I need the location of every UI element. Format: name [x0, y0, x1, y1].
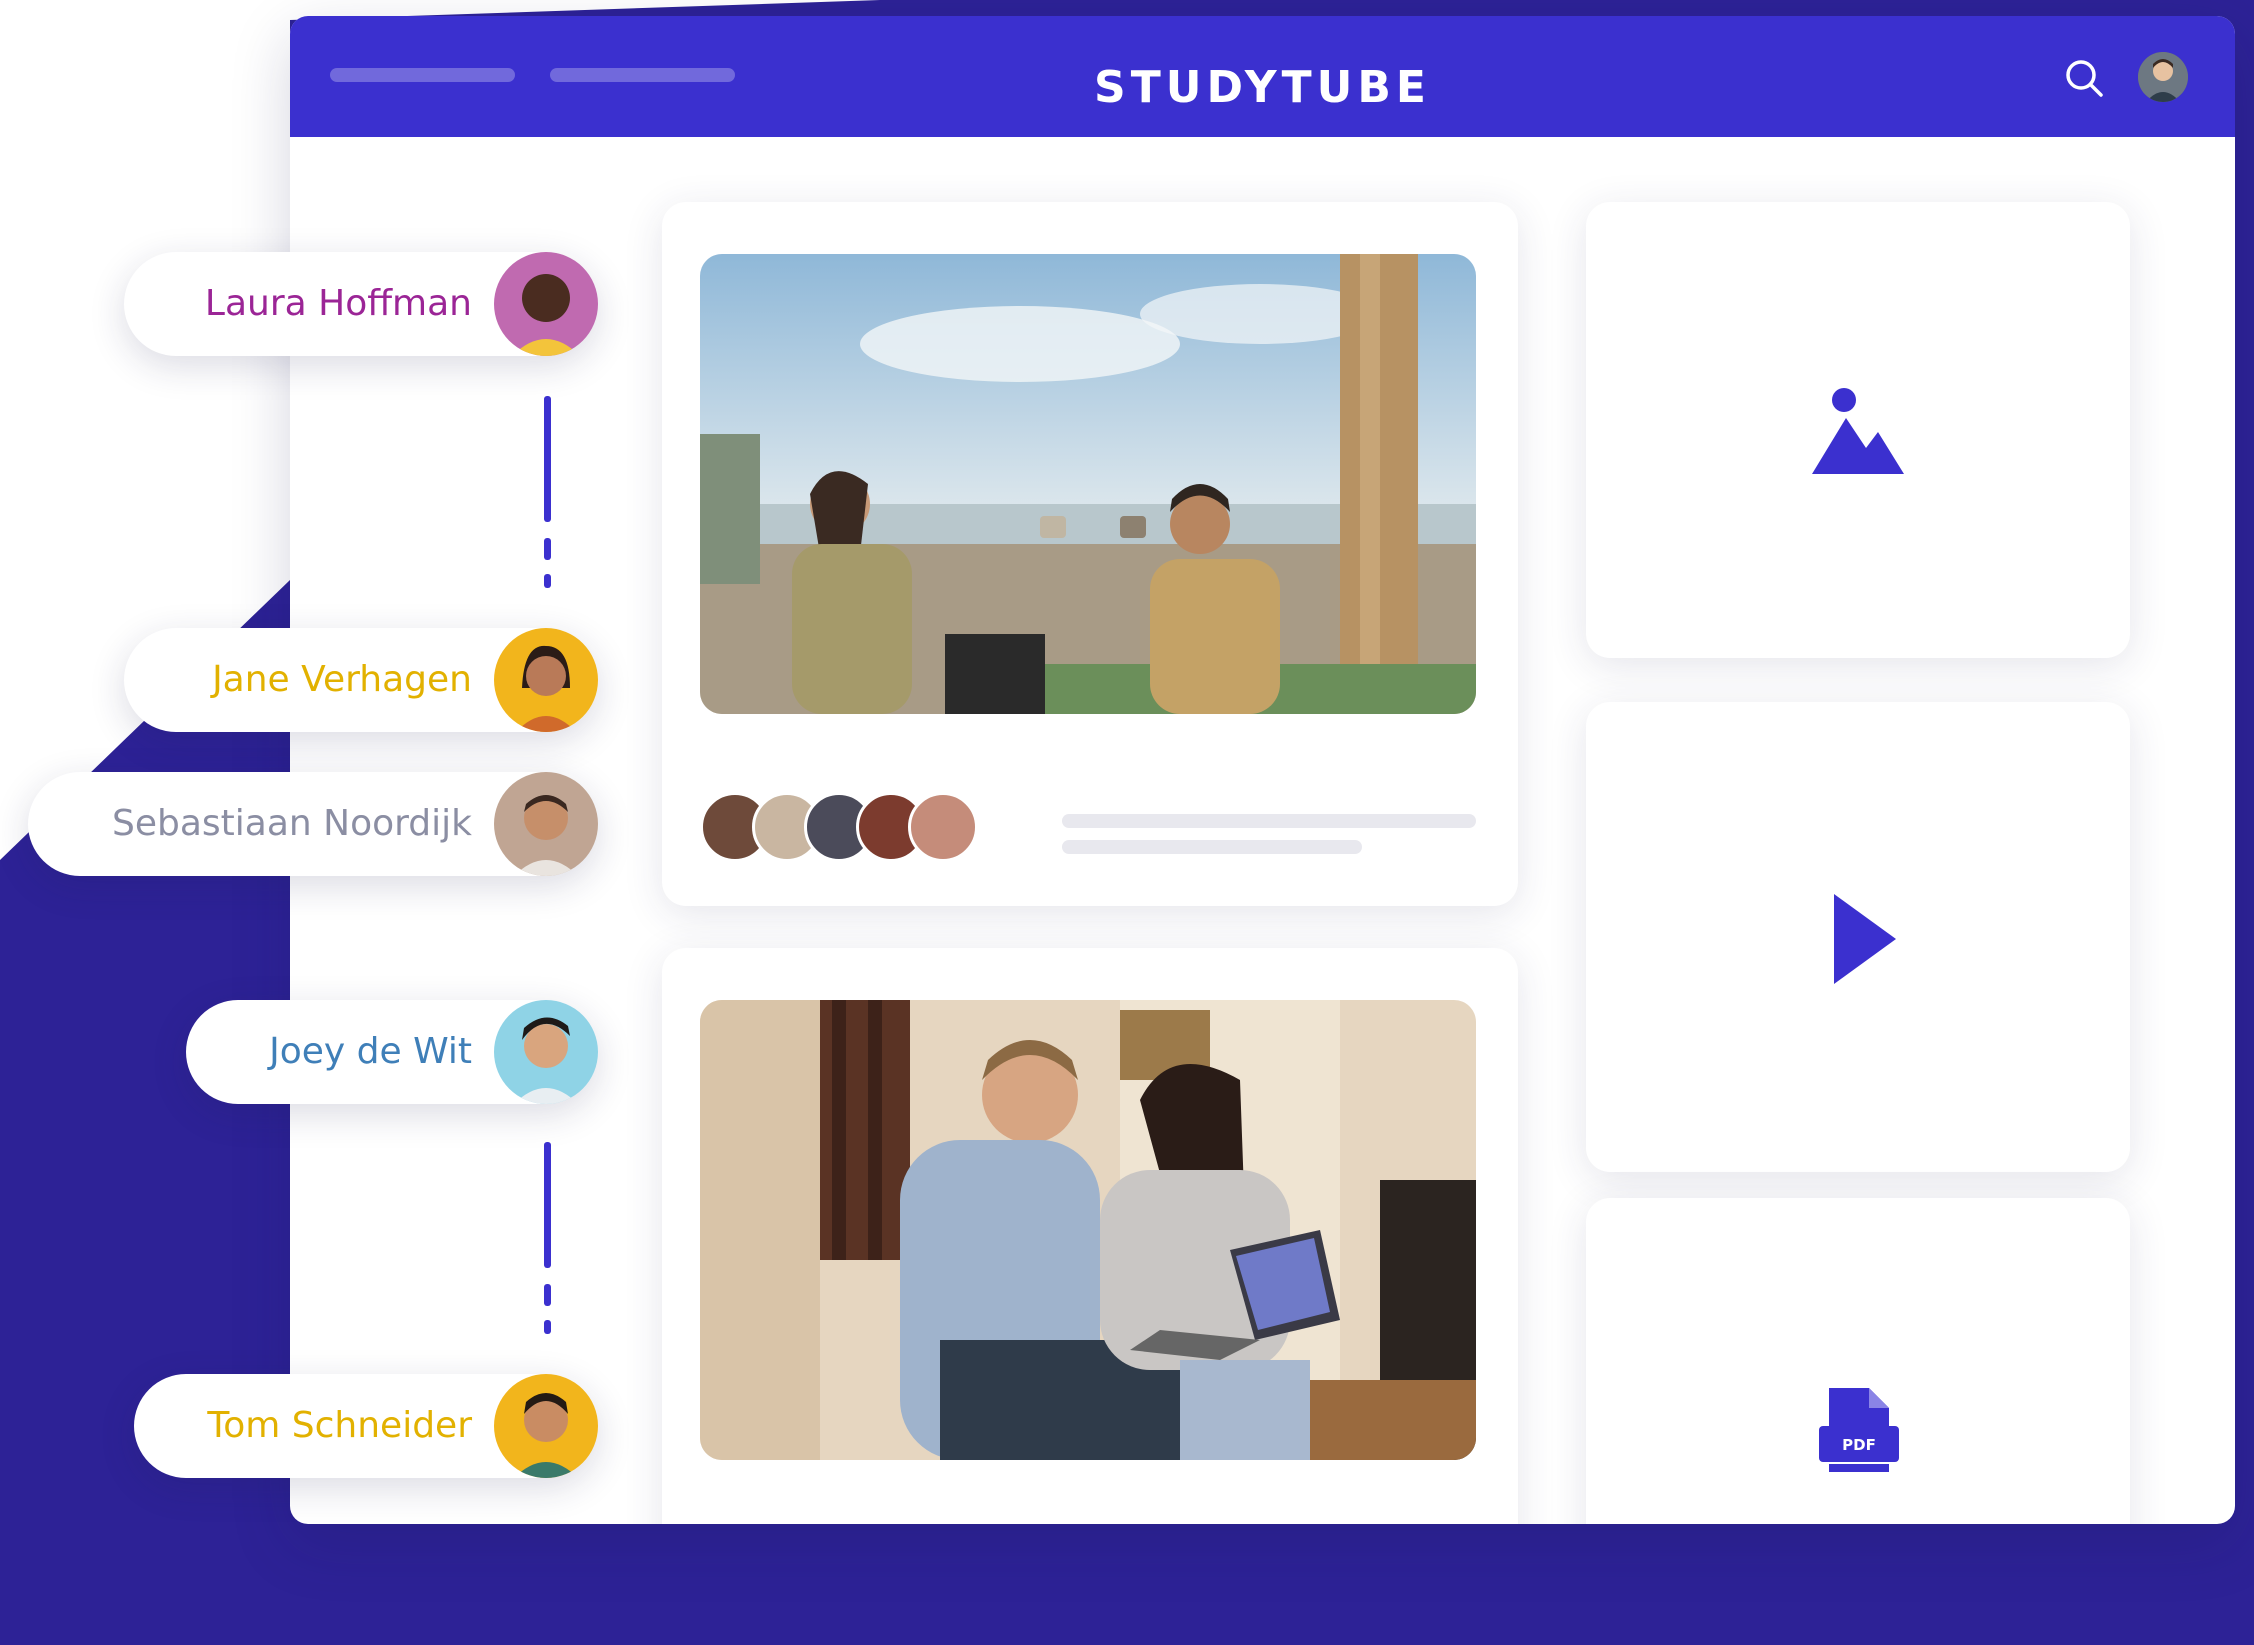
- timeline-connector: [544, 574, 551, 588]
- timeline-connector: [544, 1142, 551, 1268]
- pdf-tile[interactable]: PDF: [1586, 1198, 2130, 1524]
- avatar: [494, 628, 598, 732]
- app-window: STUDYTUBE PDF: [290, 16, 2235, 1524]
- avatar: [494, 1000, 598, 1104]
- top-bar: STUDYTUBE: [290, 16, 2235, 137]
- video-tile[interactable]: [1586, 702, 2130, 1172]
- user-avatar[interactable]: [2138, 52, 2188, 102]
- avatar: [494, 252, 598, 356]
- pdf-icon[interactable]: PDF: [1819, 1388, 1899, 1478]
- user-name: Tom Schneider: [207, 1405, 472, 1446]
- user-name: Joey de Wit: [269, 1031, 472, 1072]
- image-icon[interactable]: [1810, 382, 1906, 478]
- content-card[interactable]: [662, 202, 1518, 906]
- image-tile[interactable]: [1586, 202, 2130, 658]
- user-name: Laura Hoffman: [204, 283, 472, 324]
- user-name: Jane Verhagen: [212, 659, 472, 700]
- participants-stack[interactable]: [700, 792, 1000, 864]
- play-icon[interactable]: [1834, 894, 1898, 984]
- content-card[interactable]: [662, 948, 1518, 1524]
- photo-couple-laptop: [700, 1000, 1476, 1460]
- photo-cafe-beach: [700, 254, 1476, 714]
- timeline-connector: [544, 1284, 551, 1306]
- user-joey-de-wit[interactable]: Joey de Wit: [186, 1000, 598, 1104]
- user-sebastiaan-noordijk[interactable]: Sebastiaan Noordijk: [28, 772, 598, 876]
- timeline-connector: [544, 1320, 551, 1334]
- user-tom-schneider[interactable]: Tom Schneider: [134, 1374, 598, 1478]
- user-jane-verhagen[interactable]: Jane Verhagen: [124, 628, 598, 732]
- avatar: [908, 792, 978, 862]
- pdf-label: PDF: [1842, 1436, 1876, 1454]
- timeline-connector: [544, 396, 551, 522]
- timeline-connector: [544, 538, 551, 560]
- placeholder-line: [1062, 840, 1362, 854]
- search-icon[interactable]: [2060, 54, 2108, 102]
- placeholder-line: [1062, 814, 1476, 828]
- avatar: [494, 772, 598, 876]
- avatar: [494, 1374, 598, 1478]
- app-logo: STUDYTUBE: [1094, 62, 1431, 113]
- user-laura-hoffman[interactable]: Laura Hoffman: [124, 252, 598, 356]
- user-name: Sebastiaan Noordijk: [111, 803, 472, 844]
